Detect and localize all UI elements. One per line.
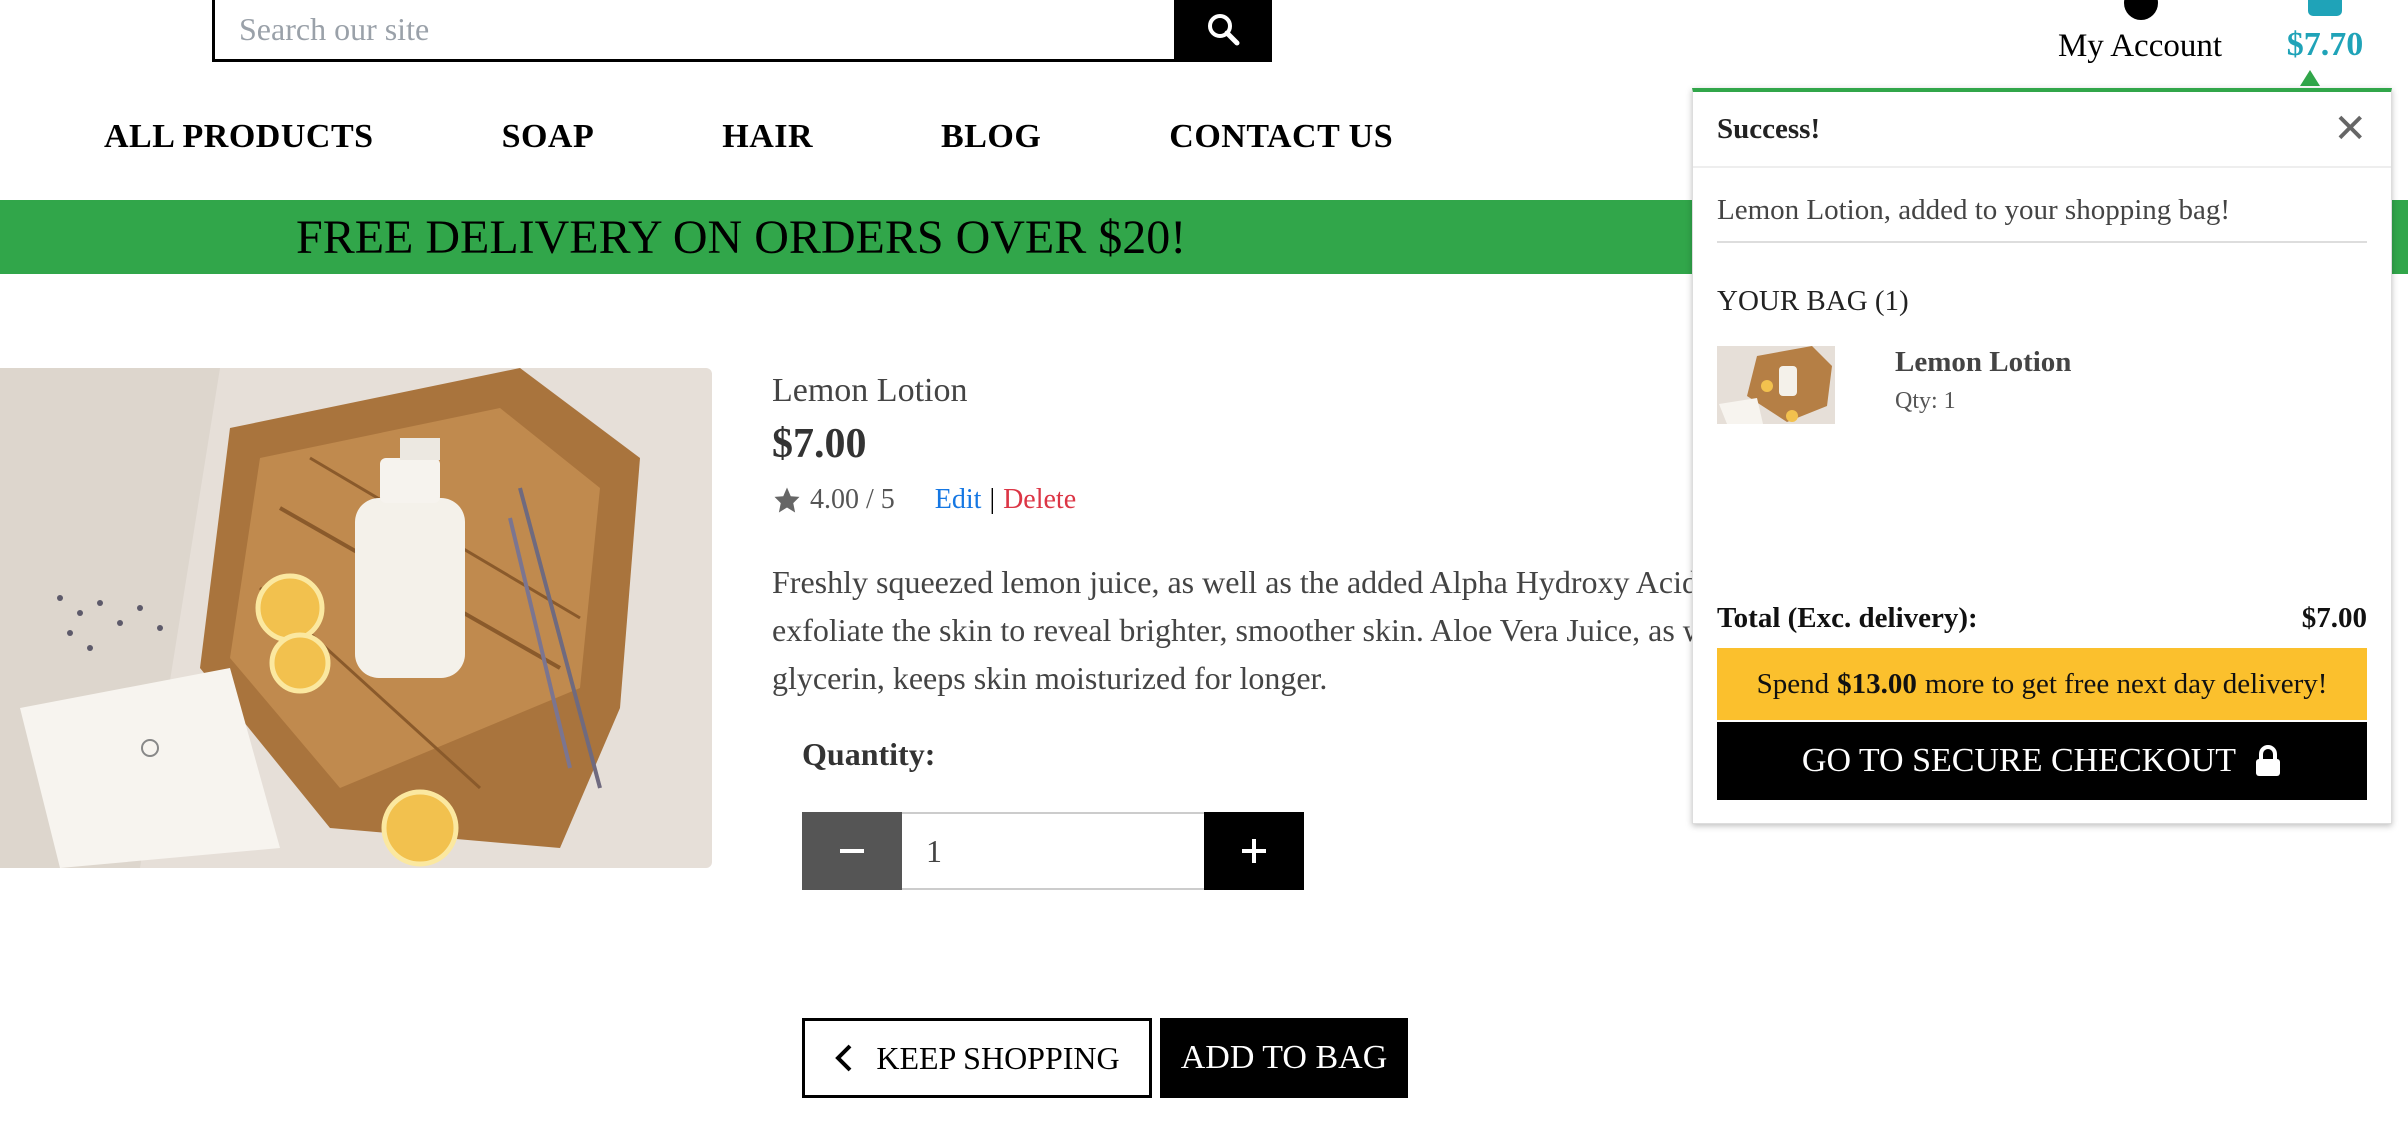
main-nav: ALL PRODUCTS SOAP HAIR BLOG CONTACT US <box>104 118 1521 156</box>
decrement-button[interactable] <box>802 812 902 890</box>
rating-value: 4.00 / 5 <box>810 484 895 515</box>
quantity-input[interactable] <box>902 812 1204 890</box>
bag-total: $7.70 <box>2286 26 2364 63</box>
toast-message: Lemon Lotion, added to your shopping bag… <box>1717 168 2367 243</box>
free-delivery-message: Spend $13.00 more to get free next day d… <box>1717 648 2367 720</box>
add-to-bag-label: ADD TO BAG <box>1180 1039 1388 1076</box>
checkout-label: GO TO SECURE CHECKOUT <box>1801 742 2237 779</box>
bag-item-thumbnail <box>1717 346 1835 424</box>
bag-item: Lemon Lotion Qty: 1 <box>1717 346 2367 426</box>
star-icon <box>774 487 800 513</box>
close-icon[interactable]: ✕ <box>2333 109 2367 149</box>
minus-icon <box>840 849 864 853</box>
search-input[interactable] <box>212 0 1174 62</box>
product-rating: 4.00 / 5 Edit | Delete <box>772 484 1076 516</box>
quantity-label: Quantity: <box>802 736 936 772</box>
my-account-link[interactable]: My Account <box>2040 0 2240 70</box>
bag-icon <box>2308 0 2342 16</box>
keep-shopping-button[interactable]: KEEP SHOPPING <box>802 1018 1152 1098</box>
quantity-stepper <box>802 812 1304 890</box>
toast-header: Success! ✕ <box>1693 92 2391 168</box>
add-to-bag-button[interactable]: ADD TO BAG <box>1160 1018 1408 1098</box>
product-description: Freshly squeezed lemon juice, as well as… <box>772 564 1706 696</box>
nav-item-all-products[interactable]: ALL PRODUCTS <box>104 118 374 156</box>
bag-total-row: Total (Exc. delivery): $7.00 <box>1717 602 2367 635</box>
shopping-bag-link[interactable]: $7.70 <box>2280 0 2370 80</box>
delete-product-link[interactable]: Delete <box>1003 484 1076 516</box>
edit-product-link[interactable]: Edit <box>935 484 982 516</box>
product-image <box>0 368 712 868</box>
nav-item-blog[interactable]: BLOG <box>941 118 1041 156</box>
link-separator: | <box>989 484 996 515</box>
promo-text: FREE DELIVERY ON ORDERS OVER $20! <box>296 211 1187 264</box>
product-name: Lemon Lotion <box>772 372 968 409</box>
bag-item-name: Lemon Lotion <box>1895 346 2072 378</box>
lock-icon <box>2256 745 2281 776</box>
delivery-amount: $13.00 <box>1837 667 1917 700</box>
plus-icon <box>1242 839 1266 863</box>
total-value: $7.00 <box>2301 602 2367 634</box>
keep-shopping-label: KEEP SHOPPING <box>876 1039 1120 1076</box>
search-button[interactable] <box>1174 0 1272 62</box>
chevron-left-icon <box>835 1044 852 1072</box>
delivery-suffix: more to get free next day delivery! <box>1924 667 2328 700</box>
my-account-label: My Account <box>2057 28 2223 64</box>
account-icon <box>2124 0 2158 20</box>
toast-title: Success! <box>1717 112 1821 145</box>
search-icon <box>1208 14 1240 46</box>
product-price: $7.00 <box>772 421 867 467</box>
search-bar <box>212 0 1272 62</box>
total-label: Total (Exc. delivery): <box>1717 602 1978 634</box>
success-toast: Success! ✕ Lemon Lotion, added to your s… <box>1692 88 2392 824</box>
increment-button[interactable] <box>1204 812 1304 890</box>
nav-item-hair[interactable]: HAIR <box>722 118 813 156</box>
bag-heading: YOUR BAG (1) <box>1717 285 1909 317</box>
nav-item-contact-us[interactable]: CONTACT US <box>1169 118 1393 156</box>
delivery-prefix: Spend <box>1756 667 1830 700</box>
nav-item-soap[interactable]: SOAP <box>502 118 595 156</box>
bag-item-qty: Qty: 1 <box>1895 388 1956 414</box>
toast-caret <box>2300 70 2320 86</box>
secure-checkout-button[interactable]: GO TO SECURE CHECKOUT <box>1717 722 2367 800</box>
